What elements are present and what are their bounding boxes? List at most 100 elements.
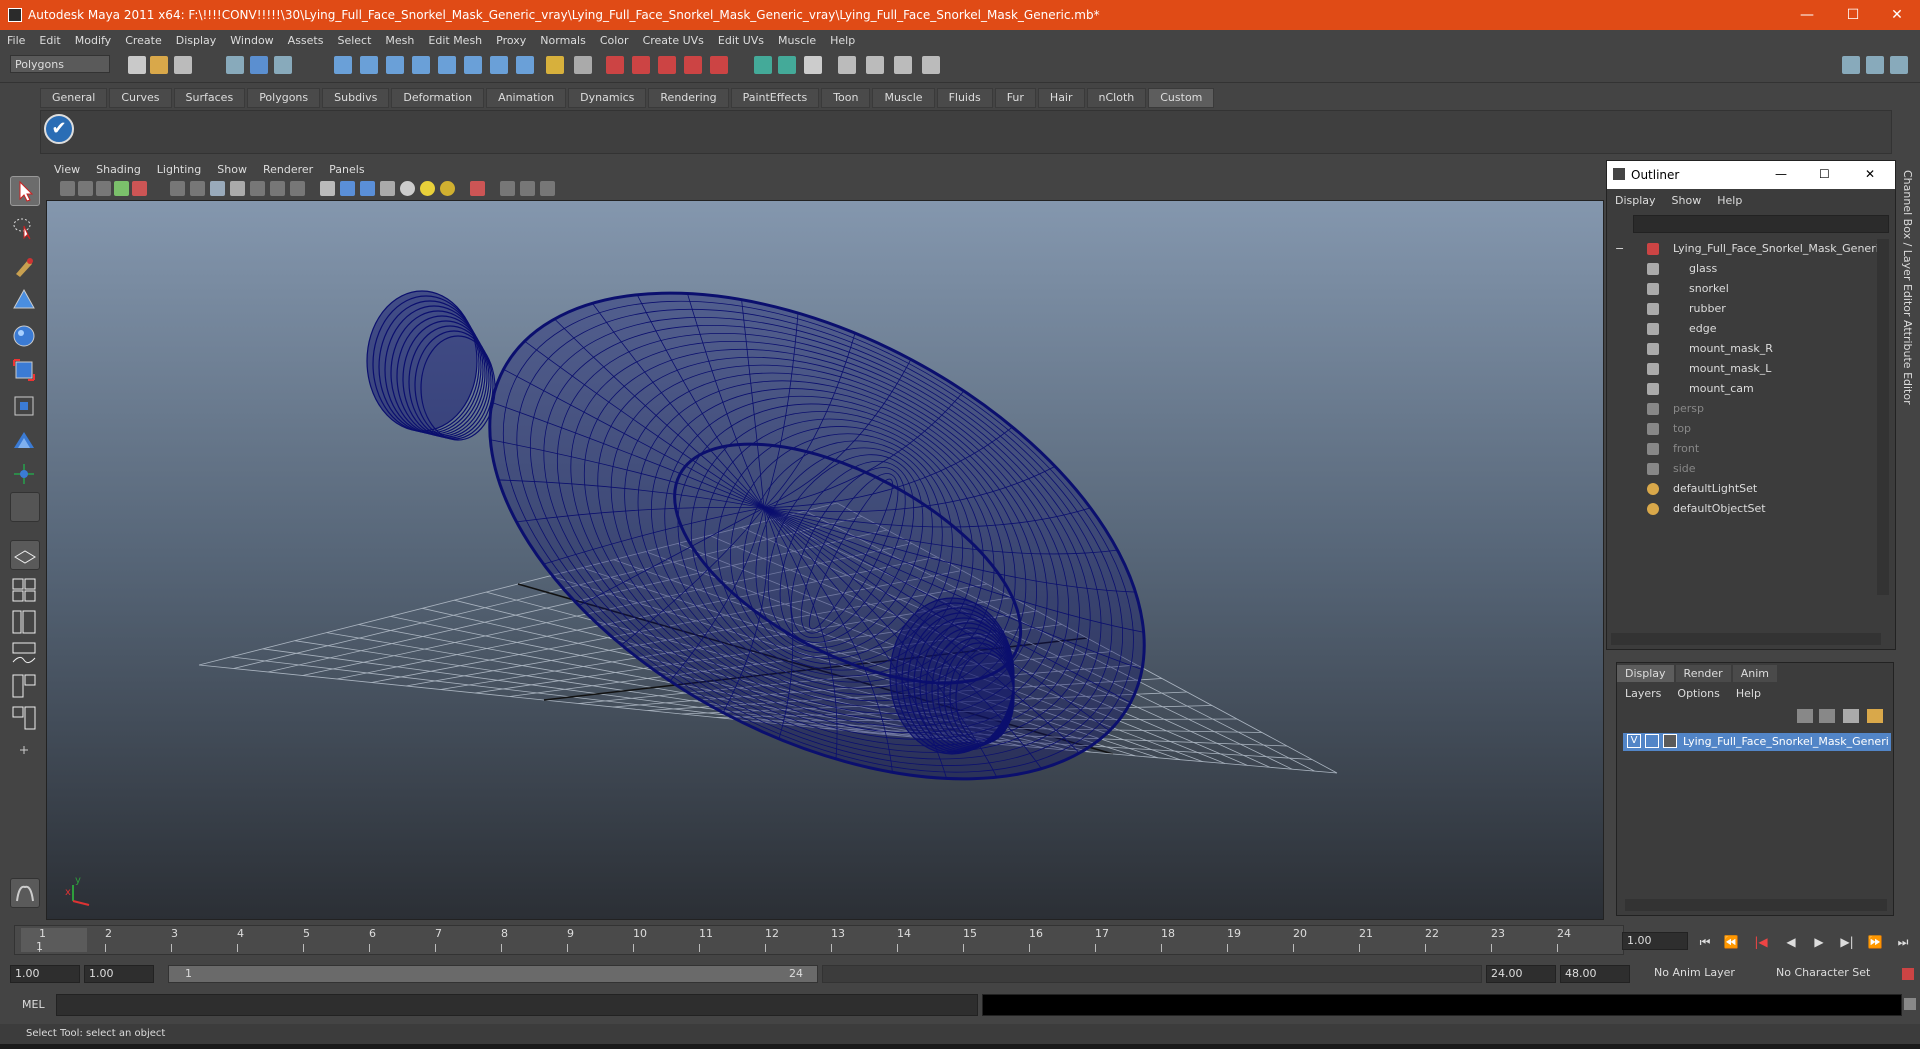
step-back-key-button[interactable]: ⏪ xyxy=(1722,935,1740,949)
auto-key-icon[interactable] xyxy=(1902,968,1914,980)
render-settings-icon[interactable] xyxy=(658,56,676,74)
save-scene-icon[interactable] xyxy=(174,56,192,74)
viewport-menu-panels[interactable]: Panels xyxy=(321,163,372,176)
snap-surface-icon[interactable] xyxy=(438,56,456,74)
move-layer-down-icon[interactable] xyxy=(1819,709,1835,723)
anim-layer-dropdown[interactable]: No Anim Layer xyxy=(1650,965,1762,983)
shelf-tab-polygons[interactable]: Polygons xyxy=(247,88,321,108)
menu-display[interactable]: Display xyxy=(169,34,224,47)
outliner-close-button[interactable]: ✕ xyxy=(1865,167,1875,181)
outliner-filter-input[interactable] xyxy=(1633,215,1889,233)
layer-menu-help[interactable]: Help xyxy=(1728,685,1769,702)
animation-end-field[interactable]: 48.00 xyxy=(1560,965,1630,983)
snap-point-icon[interactable] xyxy=(386,56,404,74)
render-view-icon[interactable] xyxy=(710,56,728,74)
outliner-vertical-scrollbar[interactable] xyxy=(1877,239,1889,595)
menu-window[interactable]: Window xyxy=(223,34,280,47)
soft-mod-icon[interactable] xyxy=(10,426,38,454)
new-layer-selected-icon[interactable] xyxy=(1867,709,1883,723)
playback-start-field[interactable]: 1.00 xyxy=(84,965,154,983)
perspective-viewport[interactable]: y x xyxy=(46,200,1604,920)
menu-color[interactable]: Color xyxy=(593,34,636,47)
hypershade-icon[interactable] xyxy=(684,56,702,74)
shelf-tab-animation[interactable]: Animation xyxy=(486,88,567,108)
viewport-menu-shading[interactable]: Shading xyxy=(88,163,149,176)
go-to-start-button[interactable]: ⏮ xyxy=(1696,935,1714,949)
textured-icon[interactable] xyxy=(380,181,395,196)
go-to-end-button[interactable]: ⏭ xyxy=(1894,935,1912,949)
viewport-menu-renderer[interactable]: Renderer xyxy=(255,163,321,176)
snap-curve-icon[interactable] xyxy=(360,56,378,74)
play-backward-button[interactable]: ◀ xyxy=(1782,935,1800,949)
safe-title-icon[interactable] xyxy=(290,181,305,196)
snap-grid-icon[interactable] xyxy=(334,56,352,74)
selection-mask-icon[interactable] xyxy=(574,56,592,74)
menu-proxy[interactable]: Proxy xyxy=(489,34,533,47)
ipr-render-icon[interactable] xyxy=(632,56,650,74)
paint-select-icon[interactable] xyxy=(10,252,38,280)
menu-assets[interactable]: Assets xyxy=(281,34,331,47)
menu-help[interactable]: Help xyxy=(823,34,862,47)
menu-modify[interactable]: Modify xyxy=(68,34,118,47)
grease-pencil-icon[interactable] xyxy=(132,181,147,196)
menu-edit-mesh[interactable]: Edit Mesh xyxy=(421,34,489,47)
menu-mesh[interactable]: Mesh xyxy=(378,34,421,47)
shadows-icon[interactable] xyxy=(440,181,455,196)
layout-outliner-icon[interactable] xyxy=(10,608,38,636)
layer-type-toggle[interactable] xyxy=(1645,734,1659,748)
layer-tab-render[interactable]: Render xyxy=(1675,665,1731,682)
layout-four-pane-icon[interactable] xyxy=(10,576,38,604)
layout-four-icon[interactable] xyxy=(1890,56,1908,74)
menu-set-dropdown[interactable]: Polygons xyxy=(10,55,110,73)
new-empty-layer-icon[interactable] xyxy=(1843,709,1859,723)
outliner-menu-show[interactable]: Show xyxy=(1664,194,1710,207)
empty-tool-slot[interactable] xyxy=(10,492,40,522)
shelf-tab-fluids[interactable]: Fluids xyxy=(936,88,993,108)
select-hierarchy-icon[interactable] xyxy=(226,56,244,74)
mel-command-input[interactable] xyxy=(56,994,978,1016)
layer-tab-anim[interactable]: Anim xyxy=(1732,665,1777,682)
range-slider-track[interactable] xyxy=(822,965,1482,983)
layer-horizontal-scrollbar[interactable] xyxy=(1625,899,1887,911)
playback-end-field[interactable]: 24.00 xyxy=(1486,965,1556,983)
check-icon[interactable]: ✔ xyxy=(44,114,74,144)
last-tool-icon[interactable] xyxy=(10,460,38,488)
attribute-editor-icon[interactable] xyxy=(838,56,856,74)
shelf-tab-custom[interactable]: Custom xyxy=(1148,88,1215,108)
open-scene-icon[interactable] xyxy=(150,56,168,74)
outliner-maximize-button[interactable]: ☐ xyxy=(1819,167,1830,181)
step-forward-frame-button[interactable]: ▶| xyxy=(1838,935,1856,949)
all-lights-icon[interactable] xyxy=(420,181,435,196)
film-gate-icon[interactable] xyxy=(190,181,205,196)
layer-menu-options[interactable]: Options xyxy=(1669,685,1727,702)
menu-select[interactable]: Select xyxy=(330,34,378,47)
safe-action-icon[interactable] xyxy=(270,181,285,196)
rename-icon[interactable] xyxy=(778,56,796,74)
camera-attr-icon[interactable] xyxy=(78,181,93,196)
xray-icon[interactable] xyxy=(500,181,515,196)
history-icon[interactable] xyxy=(464,56,482,74)
shelf-tab-hair[interactable]: Hair xyxy=(1037,88,1085,108)
select-tool-icon[interactable] xyxy=(10,176,40,206)
animation-start-field[interactable]: 1.00 xyxy=(10,965,80,983)
grid-toggle-icon[interactable] xyxy=(170,181,185,196)
shelf-tab-painteffects[interactable]: PaintEffects xyxy=(730,88,820,108)
layout-single-icon[interactable] xyxy=(1842,56,1860,74)
layer-visibility-toggle[interactable]: V xyxy=(1627,734,1641,748)
play-forward-button[interactable]: ▶ xyxy=(1810,935,1828,949)
channel-box-icon[interactable] xyxy=(894,56,912,74)
layout-custom-icon[interactable] xyxy=(10,736,38,764)
maximize-button[interactable]: ☐ xyxy=(1830,0,1876,30)
select-component-icon[interactable] xyxy=(274,56,292,74)
bookmark-icon[interactable] xyxy=(96,181,111,196)
outliner-minimize-button[interactable]: — xyxy=(1775,167,1787,181)
current-time-field[interactable]: 1.00 xyxy=(1622,932,1688,950)
menu-edit[interactable]: Edit xyxy=(32,34,67,47)
tool-settings-icon[interactable] xyxy=(866,56,884,74)
shelf-tab-surfaces[interactable]: Surfaces xyxy=(173,88,246,108)
gate-mask-icon[interactable] xyxy=(230,181,245,196)
time-slider[interactable]: 1 2 3 4 5 6 7 8 9 10 11 12 13 14 15 16 17 18 19 20 21 22 23 24 … xyxy=(14,925,1624,955)
rotate-tool-icon[interactable] xyxy=(10,322,38,350)
layout-two-icon[interactable] xyxy=(1866,56,1884,74)
wire-on-shaded-icon[interactable] xyxy=(360,181,375,196)
